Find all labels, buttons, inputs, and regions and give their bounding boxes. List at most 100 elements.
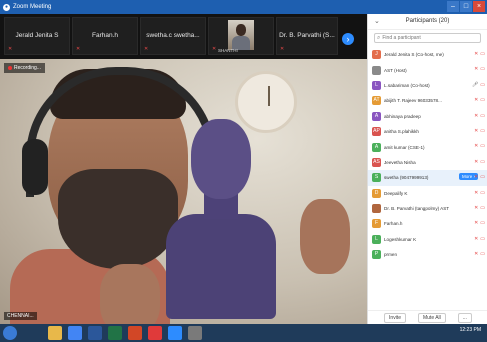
participant-row[interactable]: AT abijith T. Rajeev 96033578... ✕ ▭ (368, 93, 487, 108)
participant-status-icons: ✕ ▭ (474, 97, 485, 103)
speaker-hand-left (100, 264, 160, 324)
muted-mic-icon[interactable]: ✕ (474, 205, 478, 211)
participant-row[interactable]: AP anitha S.plahikkh ✕ ▭ (368, 124, 487, 139)
participant-row[interactable]: F Farhan.h ✕ ▭ (368, 216, 487, 231)
participant-row[interactable]: Aabhinaya pradeep ✕ ▭ (368, 109, 487, 124)
participant-avatar: S (372, 173, 381, 183)
participant-avatar: F (372, 219, 381, 229)
participant-thumbnail[interactable]: swetha.c swetha... ✕ (140, 17, 206, 55)
search-input[interactable] (382, 35, 473, 41)
more-options-button[interactable]: ... (457, 312, 472, 323)
video-off-icon[interactable]: ▭ (480, 251, 485, 257)
participant-name: amit kumar (CSE-1) (384, 144, 425, 150)
participant-thumbnail[interactable]: Farhan.h ✕ (72, 17, 138, 55)
muted-mic-icon[interactable]: ✕ (474, 190, 478, 196)
acrobat-icon[interactable] (148, 326, 162, 340)
muted-mic-icon[interactable]: ✕ (474, 51, 478, 57)
video-off-icon[interactable]: ▭ (480, 159, 485, 165)
participant-row[interactable]: AST (Host) ✕ ▭ (368, 62, 487, 77)
participant-row[interactable]: Dr. B. Parvathi (tangpolmy) AST ✕ ▭ (368, 201, 487, 216)
participant-status-icons: ✕ ▭ (474, 159, 485, 165)
invite-button[interactable]: Invite (384, 312, 406, 323)
video-off-icon[interactable]: ▭ (480, 128, 485, 134)
participant-row[interactable]: J Jerald Jenita S (Co-host, me) ✕ ▭ (368, 47, 487, 62)
window-title: Zoom Meeting (13, 4, 52, 10)
recording-indicator[interactable]: Recording... (4, 63, 45, 73)
video-off-icon[interactable]: ▭ (480, 190, 485, 196)
participant-avatar: AS (372, 157, 381, 167)
participant-avatar: L (372, 80, 381, 90)
participant-row[interactable]: L L.sabariman (Co-host) 🎤︎ ▭ (368, 78, 487, 93)
participant-row[interactable]: Pprmen ✕ ▭ (368, 247, 487, 262)
participant-thumbnail[interactable]: Jerald Jenita S ✕ (4, 17, 70, 55)
muted-mic-icon[interactable]: ✕ (474, 236, 478, 242)
thumbnail-caption: SHANTHI (218, 48, 238, 53)
muted-mic-icon: ✕ (8, 46, 13, 52)
window-titlebar: ● Zoom Meeting – □ × (0, 0, 487, 14)
video-off-icon[interactable]: ▭ (480, 143, 485, 149)
chrome-icon[interactable] (68, 326, 82, 340)
headphone-earcup (22, 139, 48, 195)
participant-name: AST (Host) (384, 67, 407, 73)
muted-mic-icon[interactable]: ✕ (474, 220, 478, 226)
muted-mic-icon[interactable]: ✕ (474, 128, 478, 134)
muted-mic-icon[interactable]: ✕ (474, 159, 478, 165)
video-off-icon[interactable]: ▭ (480, 51, 485, 57)
participant-name: Farhan.h (384, 221, 403, 227)
zoom-app-icon: ● (3, 3, 10, 11)
excel-icon[interactable] (108, 326, 122, 340)
participant-status-icons: ✕ ▭ (474, 66, 485, 72)
participant-name: anitha S.plahikkh (384, 129, 419, 135)
powerpoint-icon[interactable] (128, 326, 142, 340)
participant-name: swetha (9047999913) (384, 175, 429, 181)
zoom-icon[interactable] (168, 326, 182, 340)
participant-row[interactable]: Sswetha (9047999913) More › ✕ ▭ (368, 170, 487, 186)
video-off-icon[interactable]: ▭ (480, 97, 485, 103)
mute-all-button[interactable]: Mute All (417, 312, 446, 323)
record-dot-icon (8, 66, 12, 70)
participant-row[interactable]: L Logeshkumar K ✕ ▭ (368, 232, 487, 247)
participants-panel: ⌄ Participants (20) ⌕ JJerald Jenita S (… (367, 14, 487, 324)
video-off-icon[interactable]: ▭ (480, 236, 485, 242)
video-off-icon[interactable]: ▭ (480, 66, 485, 72)
video-off-icon[interactable]: ▭ (480, 174, 485, 180)
maximize-button[interactable]: □ (460, 1, 472, 12)
mic-icon[interactable]: 🎤︎ (472, 82, 478, 88)
participant-avatar: P (372, 250, 381, 260)
start-icon[interactable] (3, 326, 17, 340)
taskbar-clock[interactable]: 12:23 PM (460, 327, 481, 333)
participant-thumbnail[interactable]: ✕ SHANTHI (208, 17, 274, 55)
settings-icon[interactable] (188, 326, 202, 340)
clock-time: 12:23 PM (459, 327, 481, 333)
video-icon[interactable]: ▭ (480, 82, 485, 88)
word-icon[interactable] (88, 326, 102, 340)
participant-name: Dr. B. Parvathi (tangpolmy) AST (384, 206, 450, 212)
minimize-button[interactable]: – (447, 1, 459, 12)
muted-mic-icon[interactable]: ✕ (474, 97, 478, 103)
muted-mic-icon[interactable]: ✕ (474, 66, 478, 72)
participant-avatar: J (372, 50, 381, 60)
muted-mic-icon[interactable]: ✕ (474, 143, 478, 149)
file-explorer-icon[interactable] (48, 326, 62, 340)
muted-mic-icon[interactable]: ✕ (474, 113, 478, 119)
muted-mic-icon[interactable]: ✕ (474, 174, 478, 180)
muted-mic-icon: ✕ (76, 46, 81, 52)
participant-search[interactable]: ⌕ (374, 33, 481, 43)
participant-row[interactable]: D Deepalify K ✕ ▭ (368, 186, 487, 201)
participant-name: Jerald Jenita S (Co-host, me) (384, 52, 444, 58)
next-page-button[interactable]: › (342, 33, 354, 45)
video-off-icon[interactable]: ▭ (480, 113, 485, 119)
close-button[interactable]: × (473, 1, 485, 12)
participant-status-icons: ✕ ▭ (474, 205, 485, 211)
video-off-icon[interactable]: ▭ (480, 205, 485, 211)
participant-name: prmen (384, 252, 398, 258)
participant-thumbnail[interactable]: Dr. B. Parvathi (S... ✕ (276, 17, 338, 55)
window-controls: – □ × (447, 1, 485, 12)
participants-title: Participants (20) (405, 18, 450, 24)
muted-mic-icon[interactable]: ✕ (474, 251, 478, 257)
participant-row[interactable]: Aamit kumar (CSE-1) ✕ ▭ (368, 139, 487, 154)
muted-mic-icon: ✕ (280, 46, 285, 52)
participant-row[interactable]: AS Jeevetha Nisha ✕ ▭ (368, 155, 487, 170)
video-off-icon[interactable]: ▭ (480, 220, 485, 226)
thumbnail-name: swetha.c swetha... (146, 32, 200, 39)
